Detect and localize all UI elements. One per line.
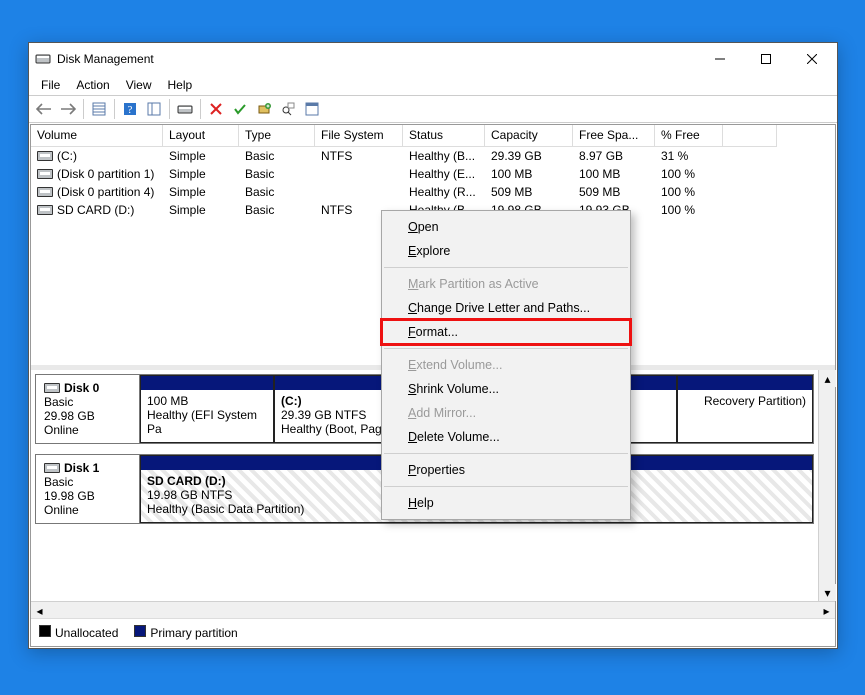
col-capacity[interactable]: Capacity: [485, 125, 573, 147]
delete-icon[interactable]: [205, 98, 227, 120]
minimize-button[interactable]: [697, 44, 743, 74]
help-icon[interactable]: ?: [119, 98, 141, 120]
drive-icon: [37, 187, 53, 197]
disk-icon[interactable]: [174, 98, 196, 120]
volume-list-header[interactable]: Volume Layout Type File System Status Ca…: [31, 125, 835, 147]
menu-separator: [384, 348, 628, 349]
menu-item-help[interactable]: Help: [382, 491, 630, 515]
menubar: File Action View Help: [29, 75, 837, 95]
maximize-button[interactable]: [743, 44, 789, 74]
scroll-down-icon[interactable]: ▾: [819, 584, 836, 601]
horizontal-scrollbar[interactable]: ◂ ▸: [31, 601, 835, 618]
menu-separator: [384, 453, 628, 454]
menu-separator: [384, 486, 628, 487]
partition[interactable]: 100 MBHealthy (EFI System Pa: [140, 375, 274, 443]
menu-help[interactable]: Help: [160, 76, 201, 94]
menu-item-delete-volume[interactable]: Delete Volume...: [382, 425, 630, 449]
menu-item-extend-volume: Extend Volume...: [382, 353, 630, 377]
check-icon[interactable]: [229, 98, 251, 120]
menu-item-change-drive-letter-and-paths[interactable]: Change Drive Letter and Paths...: [382, 296, 630, 320]
scroll-left-icon[interactable]: ◂: [31, 602, 48, 619]
menu-separator: [384, 267, 628, 268]
volume-row[interactable]: (Disk 0 partition 1)SimpleBasicHealthy (…: [31, 165, 835, 183]
scroll-up-icon[interactable]: ▴: [819, 370, 836, 387]
forward-button[interactable]: [57, 98, 79, 120]
menu-item-shrink-volume[interactable]: Shrink Volume...: [382, 377, 630, 401]
disk-label[interactable]: Disk 1Basic19.98 GBOnline: [36, 455, 140, 523]
col-volume[interactable]: Volume: [31, 125, 163, 147]
partition[interactable]: Recovery Partition): [677, 375, 813, 443]
col-filesystem[interactable]: File System: [315, 125, 403, 147]
col-status[interactable]: Status: [403, 125, 485, 147]
vertical-scrollbar[interactable]: ▴ ▾: [818, 370, 835, 601]
menu-item-format[interactable]: Format...: [382, 320, 630, 344]
disk-label[interactable]: Disk 0Basic29.98 GBOnline: [36, 375, 140, 443]
menu-action[interactable]: Action: [68, 76, 117, 94]
drive-icon: [44, 463, 60, 473]
col-freespace[interactable]: Free Spa...: [573, 125, 655, 147]
menu-file[interactable]: File: [33, 76, 68, 94]
app-icon: [35, 51, 51, 67]
properties-icon[interactable]: [301, 98, 323, 120]
add-disk-icon[interactable]: [253, 98, 275, 120]
menu-view[interactable]: View: [118, 76, 160, 94]
settings-icon[interactable]: [88, 98, 110, 120]
list-icon[interactable]: [143, 98, 165, 120]
drive-icon: [37, 205, 53, 215]
drive-icon: [37, 169, 53, 179]
menu-item-properties[interactable]: Properties: [382, 458, 630, 482]
toolbar: ?: [29, 95, 837, 123]
window-title: Disk Management: [57, 52, 697, 66]
menu-item-explore[interactable]: Explore: [382, 239, 630, 263]
legend: Unallocated Primary partition: [31, 618, 835, 646]
back-button[interactable]: [33, 98, 55, 120]
col-empty[interactable]: [723, 125, 777, 147]
svg-text:?: ?: [128, 104, 133, 116]
scroll-right-icon[interactable]: ▸: [818, 602, 835, 619]
close-button[interactable]: [789, 44, 835, 74]
titlebar[interactable]: Disk Management: [29, 43, 837, 75]
col-layout[interactable]: Layout: [163, 125, 239, 147]
drive-icon: [37, 151, 53, 161]
col-pctfree[interactable]: % Free: [655, 125, 723, 147]
search-icon[interactable]: [277, 98, 299, 120]
menu-item-mark-partition-as-active: Mark Partition as Active: [382, 272, 630, 296]
legend-primary: Primary partition: [134, 625, 237, 640]
menu-item-open[interactable]: Open: [382, 215, 630, 239]
col-type[interactable]: Type: [239, 125, 315, 147]
legend-unallocated: Unallocated: [39, 625, 118, 640]
menu-item-add-mirror: Add Mirror...: [382, 401, 630, 425]
volume-row[interactable]: (Disk 0 partition 4)SimpleBasicHealthy (…: [31, 183, 835, 201]
drive-icon: [44, 383, 60, 393]
context-menu[interactable]: OpenExplore Mark Partition as ActiveChang…: [381, 210, 631, 520]
volume-row[interactable]: (C:)SimpleBasicNTFSHealthy (B...29.39 GB…: [31, 147, 835, 165]
